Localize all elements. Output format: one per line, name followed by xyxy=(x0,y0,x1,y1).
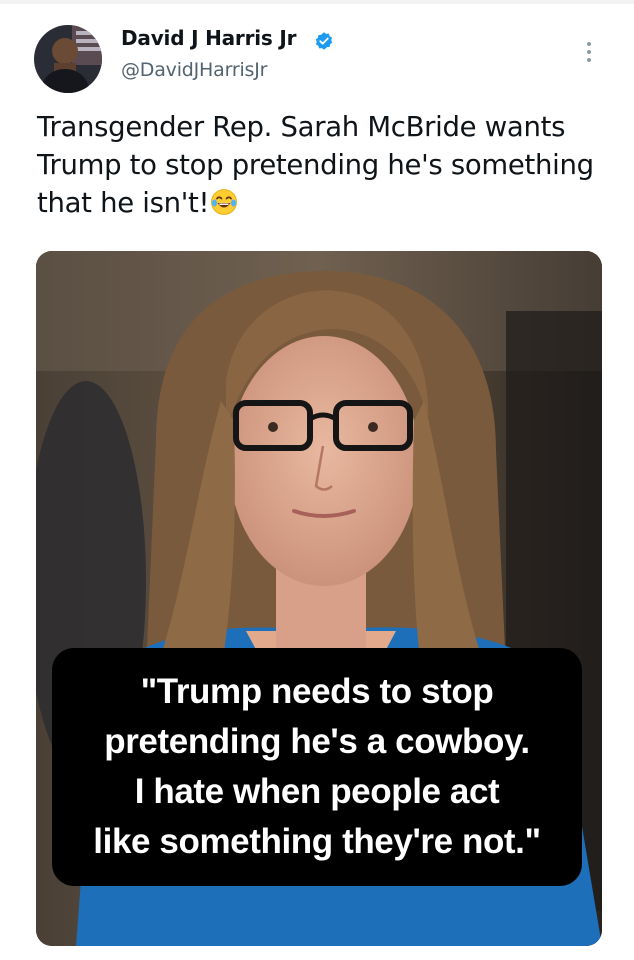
author-name[interactable]: David J Harris Jr xyxy=(121,26,296,50)
tweet-text-content: Transgender Rep. Sarah McBride wants Tru… xyxy=(37,111,594,219)
tweet-text: Transgender Rep. Sarah McBride wants Tru… xyxy=(37,108,612,222)
laughing-crying-emoji-icon xyxy=(211,189,238,215)
avatar[interactable] xyxy=(34,25,102,93)
verified-badge-icon xyxy=(315,32,333,50)
quote-caption-text: "Trump needs to stop pretending he's a c… xyxy=(93,672,541,861)
tweet-media-image[interactable]: "Trump needs to stop pretending he's a c… xyxy=(36,251,602,946)
quote-caption-box: "Trump needs to stop pretending he's a c… xyxy=(52,648,582,886)
author-handle[interactable]: @DavidJHarrisJr xyxy=(121,59,267,81)
more-options-icon[interactable] xyxy=(584,40,594,64)
top-edge-divider xyxy=(0,0,634,4)
